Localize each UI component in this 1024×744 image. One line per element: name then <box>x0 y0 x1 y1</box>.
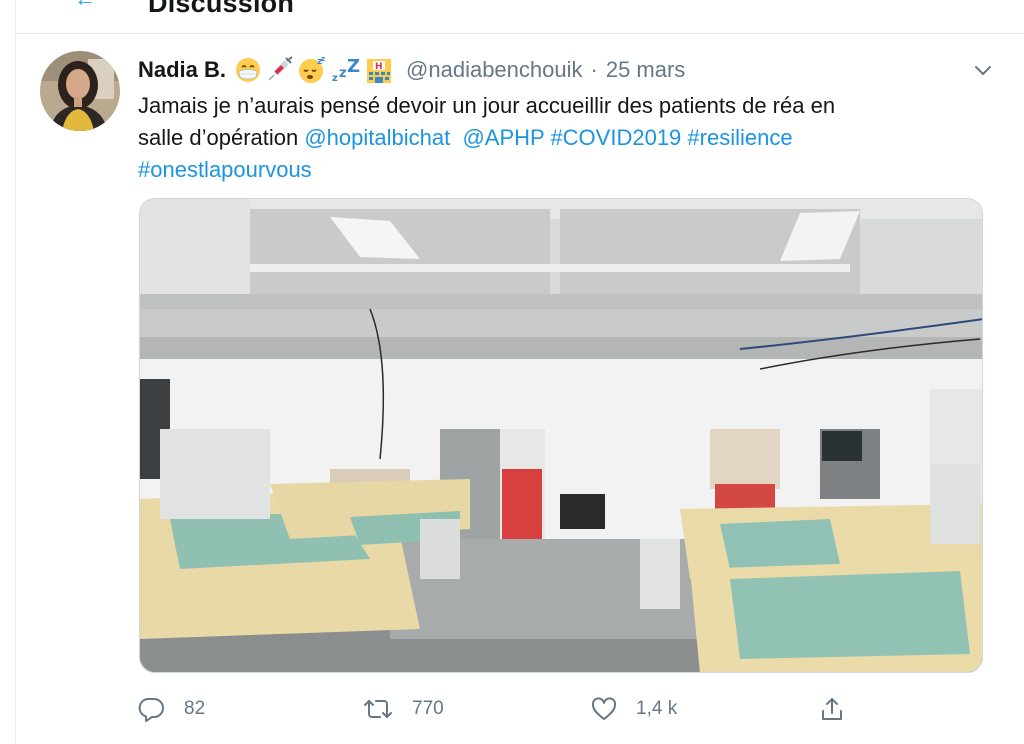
tweet-page: ← Discussion Nadia B. <box>0 0 1024 744</box>
page-title: Discussion <box>148 0 295 18</box>
hashtag-resilience[interactable]: #resilience <box>687 125 792 150</box>
avatar[interactable] <box>40 51 120 131</box>
heart-icon[interactable] <box>590 695 618 723</box>
tweet[interactable]: Nadia B. z z z z Z H @nadiabenchouik · 2… <box>16 35 1024 744</box>
chevron-down-icon[interactable] <box>972 59 994 81</box>
author-emojis: z z z z Z H <box>234 55 394 85</box>
like-action[interactable]: 1,4 k <box>590 691 677 727</box>
svg-text:H: H <box>375 62 383 72</box>
tweet-text-line-1: Jamais je n’aurais pensé devoir un jour … <box>138 93 836 118</box>
zzz-icon: z z Z <box>331 56 361 84</box>
reply-icon[interactable] <box>138 695 166 723</box>
back-arrow-icon[interactable]: ← <box>74 0 96 12</box>
tweet-text: Jamais je n’aurais pensé devoir un jour … <box>138 90 938 186</box>
share-action[interactable] <box>818 691 846 727</box>
svg-text:z: z <box>321 55 325 63</box>
author-handle[interactable]: @nadiabenchouik <box>406 57 582 83</box>
mention-hopitalbichat[interactable]: @hopitalbichat <box>304 125 450 150</box>
reply-count: 82 <box>184 698 206 719</box>
sleeping-face-icon: z z <box>298 55 328 85</box>
retweet-count: 770 <box>412 698 444 719</box>
hashtag-onestlapourvous[interactable]: #onestlapourvous <box>138 157 312 182</box>
hospital-icon: H <box>364 55 394 85</box>
tweet-header: Nadia B. z z z z Z H @nadiabenchouik · 2… <box>138 55 994 85</box>
syringe-icon <box>265 56 295 84</box>
svg-text:Z: Z <box>347 56 360 77</box>
svg-text:z: z <box>339 66 347 81</box>
page-header: ← Discussion <box>16 0 1024 34</box>
retweet-icon[interactable] <box>362 695 394 723</box>
reply-action[interactable]: 82 <box>138 691 205 727</box>
tweet-text-fragment: salle d’opération <box>138 125 305 150</box>
operating-room-photo <box>140 199 982 672</box>
author-display-name[interactable]: Nadia B. <box>138 57 226 83</box>
like-count: 1,4 k <box>636 698 678 719</box>
retweet-action[interactable]: 770 <box>362 691 444 727</box>
face-with-medical-mask-icon <box>234 56 262 84</box>
hashtag-covid2019[interactable]: #COVID2019 <box>550 125 681 150</box>
tweet-date[interactable]: 25 mars <box>606 57 685 83</box>
dot-separator: · <box>590 57 598 82</box>
mention-aphp[interactable]: @APHP <box>462 125 544 150</box>
tweet-actions: 82 770 1,4 k <box>138 691 858 727</box>
tweet-text-line-3: #onestlapourvous <box>138 154 938 186</box>
share-icon[interactable] <box>818 695 846 723</box>
svg-text:z: z <box>332 73 338 84</box>
tweet-text-line-2: salle d’opération @hopitalbichat @APHP #… <box>138 122 938 154</box>
tweet-photo[interactable] <box>139 198 983 673</box>
